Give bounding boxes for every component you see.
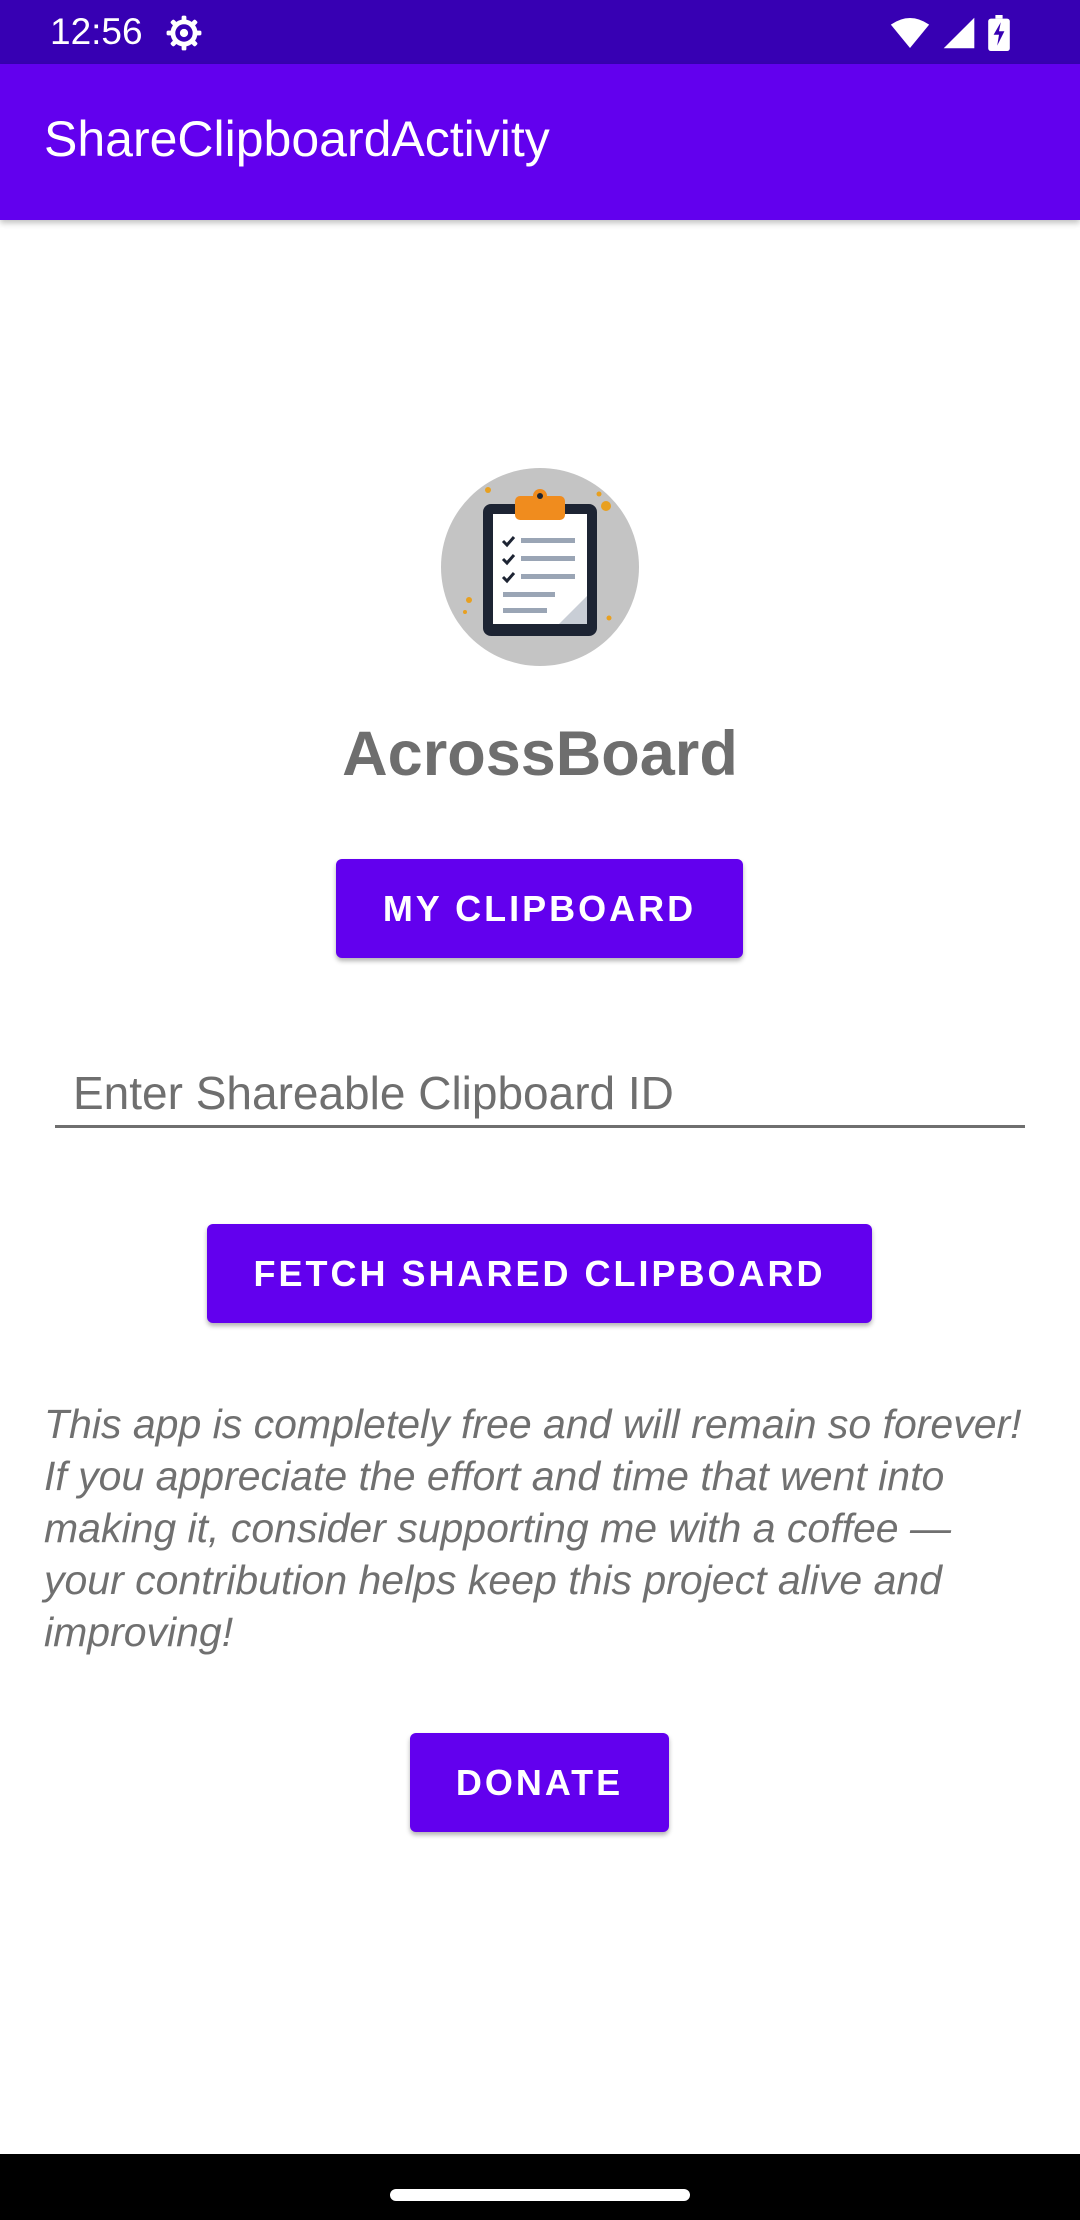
status-bar: 12:56 — [0, 0, 1080, 64]
navigation-bar — [0, 2154, 1080, 2220]
app-logo — [441, 468, 639, 666]
app-bar: ShareClipboardActivity — [0, 64, 1080, 220]
clipboard-id-input[interactable] — [55, 1060, 1025, 1128]
fetch-shared-clipboard-button[interactable]: Fetch Shared Clipboard — [207, 1224, 872, 1323]
battery-charging-icon — [988, 15, 1010, 51]
donate-button[interactable]: Donate — [410, 1733, 669, 1832]
wifi-icon — [890, 18, 930, 48]
home-gesture-handle[interactable] — [390, 2189, 690, 2201]
settings-gear-icon — [166, 15, 202, 51]
app-name-heading: AcrossBoard — [342, 719, 738, 789]
status-time: 12:56 — [50, 11, 143, 52]
status-icons — [890, 14, 1010, 52]
cellular-signal-icon — [943, 17, 975, 49]
my-clipboard-button[interactable]: My Clipboard — [336, 859, 743, 958]
support-message: This app is completely free and will rem… — [44, 1401, 1022, 1655]
app-bar-title: ShareClipboardActivity — [44, 111, 550, 167]
clipboard-checklist-icon — [463, 487, 612, 636]
